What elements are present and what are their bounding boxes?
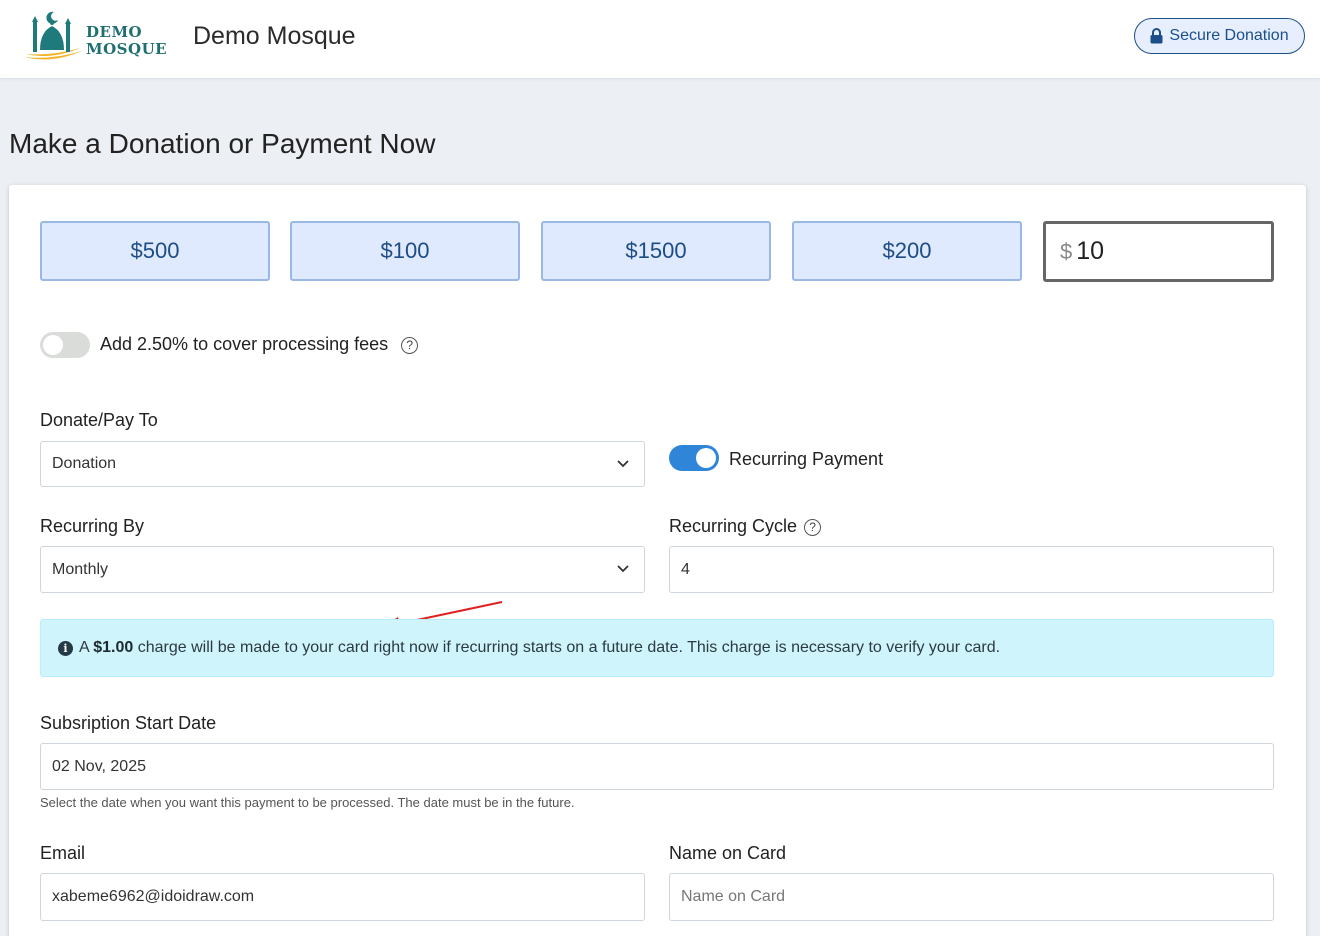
amount-button-500[interactable]: $500 — [40, 221, 270, 281]
start-date-hint: Select the date when you want this payme… — [40, 795, 575, 810]
donate-to-label: Donate/Pay To — [40, 410, 158, 430]
recurring-cycle-label: Recurring Cycle — [669, 516, 798, 536]
recurring-by-value: Monthly — [52, 560, 109, 578]
donate-to-select[interactable]: Donation — [40, 441, 645, 487]
amount-button-200[interactable]: $200 — [792, 221, 1022, 281]
question-circle-icon[interactable]: ? — [401, 336, 419, 354]
logo-text-line1: DEMO — [86, 23, 143, 41]
amount-button-1500[interactable]: $1500 — [541, 221, 771, 281]
email-field[interactable]: xabeme6962@idoidraw.com — [40, 873, 645, 921]
mosque-logo-icon — [24, 11, 82, 60]
name-on-card-field[interactable]: Name on Card — [669, 873, 1274, 921]
custom-amount-input[interactable]: $ 10 — [1043, 221, 1274, 282]
logo-text-line2: MOSQUE — [86, 40, 168, 58]
donate-to-value: Donation — [52, 455, 117, 472]
page-title: Make a Donation or Payment Now — [9, 128, 436, 159]
custom-amount-value: 10 — [1076, 237, 1105, 265]
recurring-by-select[interactable]: Monthly — [40, 546, 645, 593]
start-date-label: Subsription Start Date — [40, 713, 217, 733]
recurring-payment-label: Recurring Payment — [729, 449, 884, 469]
recurring-cycle-value: 4 — [681, 560, 690, 578]
email-value: xabeme6962@idoidraw.com — [52, 888, 255, 905]
info-circle-icon: i — [58, 640, 73, 656]
name-on-card-label: Name on Card — [669, 843, 787, 863]
processing-fee-toggle[interactable] — [40, 332, 90, 358]
alert-text: charge will be made to your card right n… — [137, 639, 1001, 656]
chevron-down-icon — [617, 565, 629, 573]
recurring-payment-toggle[interactable] — [669, 445, 719, 471]
site-header: DEMO MOSQUE Demo Mosque Secure Donation — [0, 0, 1320, 79]
mosque-logo[interactable]: DEMO MOSQUE — [22, 10, 172, 62]
name-on-card-placeholder: Name on Card — [681, 888, 786, 905]
start-date-value: 02 Nov, 2025 — [52, 757, 146, 775]
lock-icon — [1150, 28, 1163, 44]
card-verification-alert: i A $1.00 charge will be made to your ca… — [40, 619, 1274, 677]
alert-amount: $1.00 — [93, 639, 134, 656]
secure-donation-label: Secure Donation — [1169, 27, 1289, 44]
amount-button-100[interactable]: $100 — [290, 221, 520, 281]
email-label: Email — [40, 843, 86, 863]
processing-fee-label: Add 2.50% to cover processing fees — [100, 334, 389, 354]
secure-donation-button[interactable]: Secure Donation — [1134, 18, 1305, 54]
site-title: Demo Mosque — [193, 22, 356, 50]
currency-symbol: $ — [1060, 238, 1073, 264]
chevron-down-icon — [617, 460, 629, 468]
alert-prefix: A — [79, 639, 89, 656]
question-circle-icon[interactable]: ? — [804, 518, 822, 536]
recurring-cycle-input[interactable]: 4 — [669, 546, 1274, 593]
start-date-input[interactable]: 02 Nov, 2025 — [40, 743, 1274, 790]
recurring-by-label: Recurring By — [40, 516, 145, 536]
